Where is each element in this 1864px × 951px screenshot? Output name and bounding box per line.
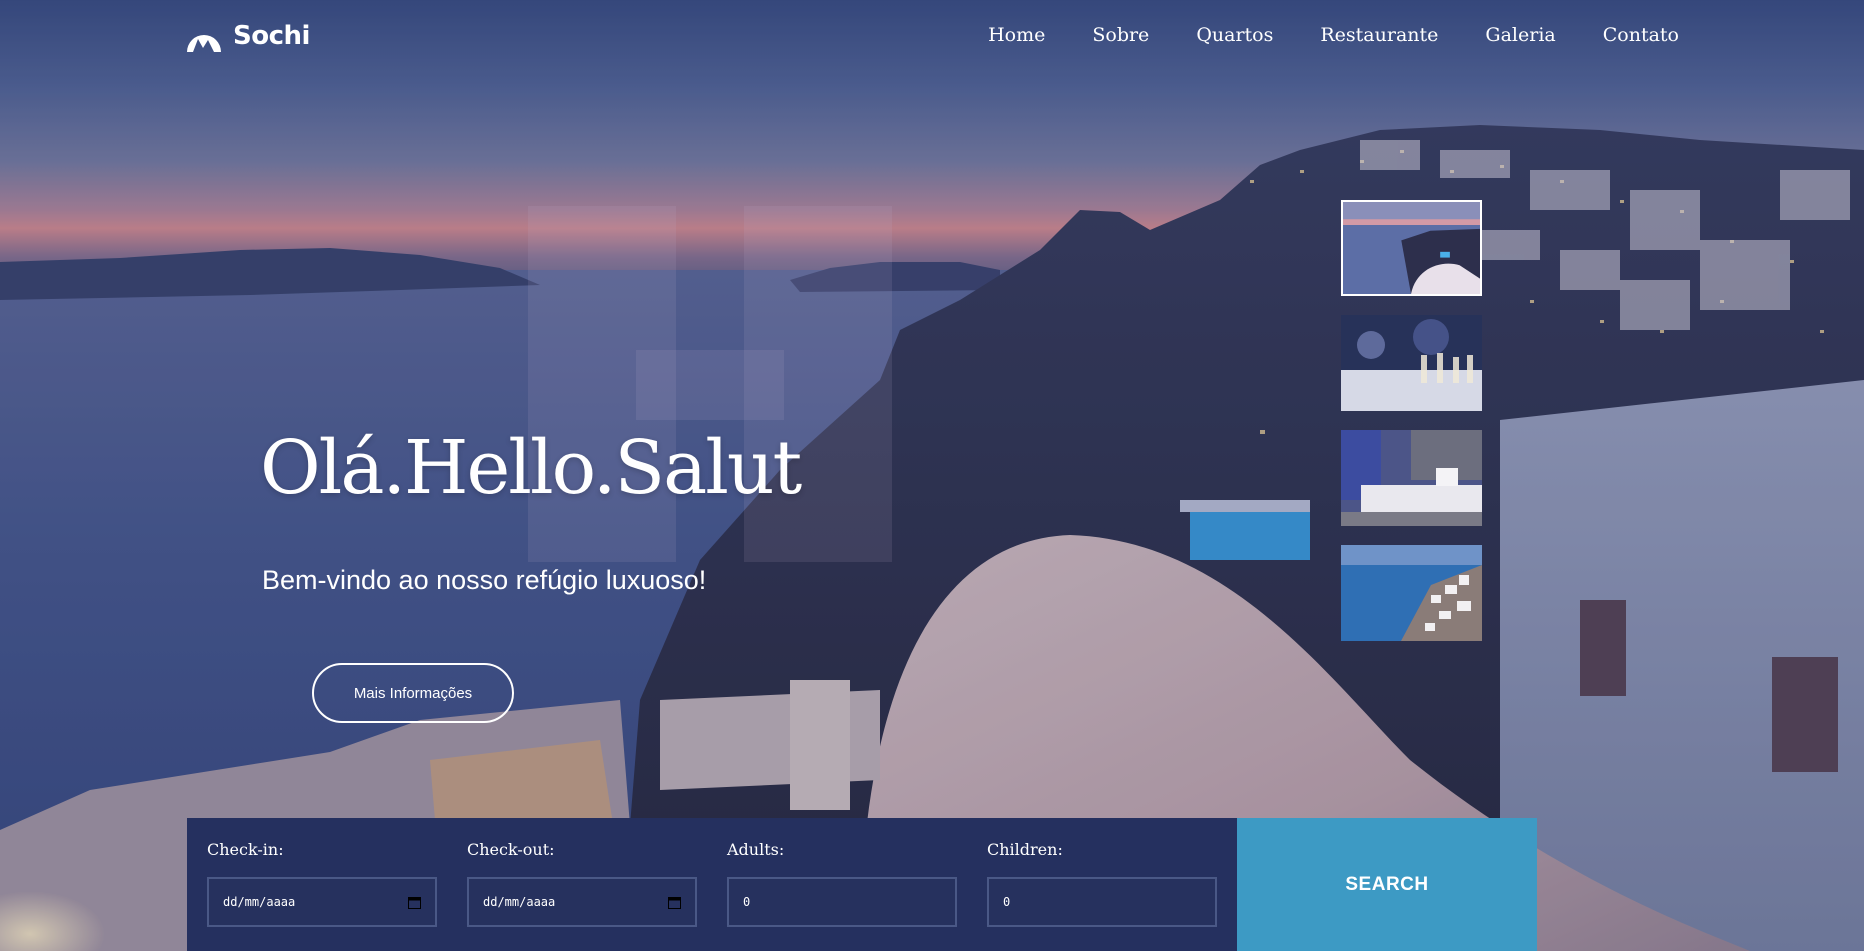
nav-item-contato[interactable]: Contato bbox=[1603, 24, 1679, 46]
thumbnail-cliff-village[interactable] bbox=[1341, 545, 1482, 641]
adults-number-input[interactable]: 0 bbox=[727, 877, 957, 927]
brand-logo[interactable]: Sochi bbox=[185, 18, 310, 54]
adults-field: Adults: 0 bbox=[707, 818, 967, 951]
nav-item-home[interactable]: Home bbox=[988, 24, 1045, 46]
checkin-field: Check-in: dd/mm/aaaa bbox=[187, 818, 447, 951]
children-value: 0 bbox=[1003, 895, 1011, 909]
adults-label: Adults: bbox=[727, 840, 785, 859]
brand-name: Sochi bbox=[233, 21, 310, 51]
checkin-label: Check-in: bbox=[207, 840, 284, 859]
main-navigation: Home Sobre Quartos Restaurante Galeria C… bbox=[988, 24, 1679, 46]
nav-item-galeria[interactable]: Galeria bbox=[1485, 24, 1555, 46]
checkout-placeholder: dd/mm/aaaa bbox=[483, 895, 556, 909]
more-info-button[interactable]: Mais Informações bbox=[312, 663, 514, 723]
gallery-thumbnails bbox=[1341, 200, 1482, 641]
nav-item-sobre[interactable]: Sobre bbox=[1092, 24, 1149, 46]
checkin-placeholder: dd/mm/aaaa bbox=[223, 895, 296, 909]
booking-form: Check-in: dd/mm/aaaa Check-out: dd/mm/aa… bbox=[187, 818, 1537, 951]
adults-value: 0 bbox=[743, 895, 751, 909]
thumbnail-sunset-coast[interactable] bbox=[1341, 200, 1482, 296]
hero-subtitle: Bem-vindo ao nosso refúgio luxuoso! bbox=[262, 565, 707, 595]
thumbnail-hotel-room[interactable] bbox=[1341, 430, 1482, 526]
children-field: Children: 0 bbox=[967, 818, 1227, 951]
hero-title: Olá.Hello.Salut bbox=[260, 425, 802, 511]
children-label: Children: bbox=[987, 840, 1063, 859]
search-button[interactable]: SEARCH bbox=[1237, 818, 1537, 951]
nav-item-quartos[interactable]: Quartos bbox=[1196, 24, 1273, 46]
checkin-date-input[interactable]: dd/mm/aaaa bbox=[207, 877, 437, 927]
checkout-field: Check-out: dd/mm/aaaa bbox=[447, 818, 707, 951]
thumbnail-restaurant[interactable] bbox=[1341, 315, 1482, 411]
nav-item-restaurante[interactable]: Restaurante bbox=[1320, 24, 1438, 46]
calendar-icon[interactable] bbox=[408, 896, 421, 909]
checkout-label: Check-out: bbox=[467, 840, 555, 859]
checkout-date-input[interactable]: dd/mm/aaaa bbox=[467, 877, 697, 927]
calendar-icon[interactable] bbox=[668, 896, 681, 909]
mountain-circle-icon bbox=[187, 35, 221, 52]
children-number-input[interactable]: 0 bbox=[987, 877, 1217, 927]
